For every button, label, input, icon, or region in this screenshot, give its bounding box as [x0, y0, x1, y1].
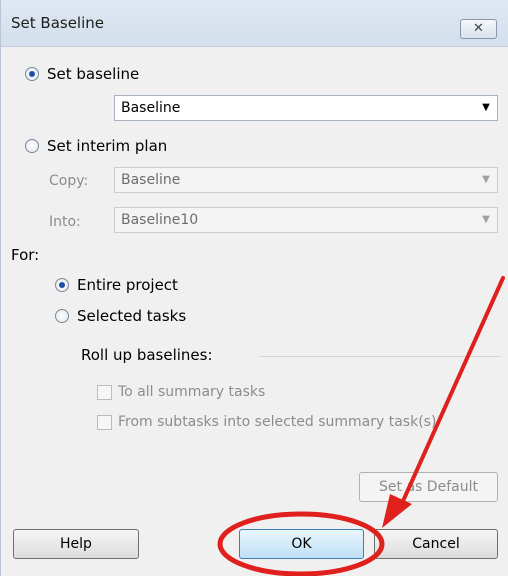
ok-highlight-circle — [217, 511, 385, 576]
set-baseline-dialog: Set Baseline ✕ Set baseline Baseline ▼ S… — [0, 0, 508, 576]
annotation-arrow-head — [382, 494, 412, 528]
annotation-arrow-shaft — [397, 276, 505, 512]
annotation-overlay — [217, 276, 505, 576]
